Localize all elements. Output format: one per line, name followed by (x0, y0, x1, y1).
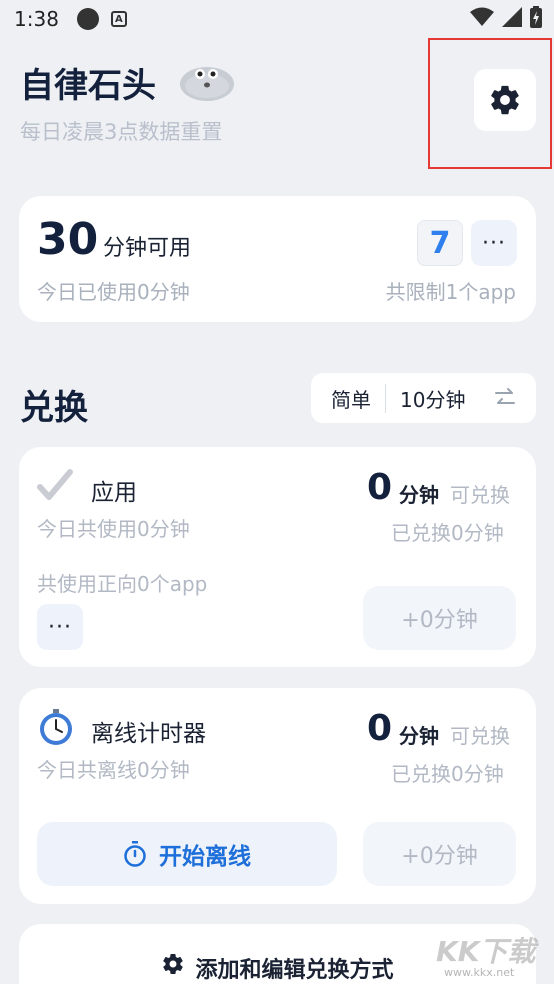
stone-mascot-icon (180, 67, 234, 101)
exchange-mode-switch[interactable]: 简单 10分钟 (311, 373, 536, 423)
available-minutes-label: 分钟可用 (103, 236, 192, 261)
app-add-minutes-button[interactable]: +0分钟 (363, 586, 516, 650)
timer-icon (124, 841, 146, 867)
add-edit-label: 添加和编辑兑换方式 (195, 958, 394, 983)
checkmark-icon (37, 469, 73, 500)
page-title: 自律石头 (20, 66, 156, 106)
app-exchangeable-value: 0 (367, 467, 393, 508)
offline-card-title: 离线计时器 (91, 721, 206, 747)
battery-icon (530, 6, 542, 28)
offline-timer-card: 离线计时器 今日共离线0分钟 0 分钟 可兑换 已兑换0分钟 开始离线 +0分钟 (19, 688, 536, 904)
notification-dot-icon (76, 8, 99, 30)
mode-simple-label: 简单 (311, 383, 386, 413)
day-badge[interactable]: 7 (417, 220, 463, 266)
app-card-title: 应用 (91, 480, 137, 506)
available-minutes-value: 30 (37, 214, 99, 265)
wifi-icon (470, 7, 494, 26)
settings-button[interactable] (474, 69, 536, 131)
app-exchange-card: 应用 今日共使用0分钟 共使用正向0个app 0 分钟 可兑换 已兑换0分钟 ·… (19, 447, 536, 667)
offline-today-text: 今日共离线0分钟 (37, 758, 190, 782)
offline-exchangeable-value: 0 (367, 708, 393, 749)
signal-icon (502, 7, 522, 27)
app-exchanged-text: 已兑换0分钟 (391, 521, 504, 545)
swap-icon (495, 388, 515, 404)
app-unit: 分钟 (399, 483, 439, 507)
offline-exchanged-text: 已兑换0分钟 (391, 762, 504, 786)
summary-more-button[interactable]: ··· (471, 220, 517, 266)
status-time: 1:38 (14, 7, 59, 31)
limit-app-count: 共限制1个app (385, 280, 516, 304)
app-used-today: 今日共使用0分钟 (37, 517, 190, 541)
status-bar: 1:38 A (0, 0, 554, 38)
used-today-text: 今日已使用0分钟 (37, 280, 190, 304)
app-notification-icon: A (110, 11, 127, 27)
start-offline-button[interactable]: 开始离线 (37, 822, 337, 886)
available-minutes-card[interactable]: 30 分钟可用 今日已使用0分钟 7 ··· 共限制1个app (19, 196, 536, 322)
gear-icon (163, 954, 184, 975)
offline-unit: 分钟 (399, 724, 439, 748)
start-offline-label: 开始离线 (159, 844, 251, 870)
exchange-section-title: 兑换 (20, 388, 88, 428)
gear-icon (491, 85, 519, 115)
app-more-button[interactable]: ··· (37, 604, 83, 650)
offline-add-minutes-button[interactable]: +0分钟 (363, 822, 516, 886)
watermark-brand: KK下载 (436, 935, 536, 968)
app-positive-count: 共使用正向0个app (37, 572, 208, 596)
status-icons (470, 6, 542, 28)
reset-subtitle: 每日凌晨3点数据重置 (20, 120, 223, 144)
app-exchangeable-label: 可兑换 (450, 483, 510, 507)
stopwatch-icon (40, 709, 72, 745)
offline-exchangeable-label: 可兑换 (450, 724, 510, 748)
mode-time-label: 10分钟 (400, 387, 466, 412)
watermark-url: www.kkx.net (444, 966, 515, 979)
